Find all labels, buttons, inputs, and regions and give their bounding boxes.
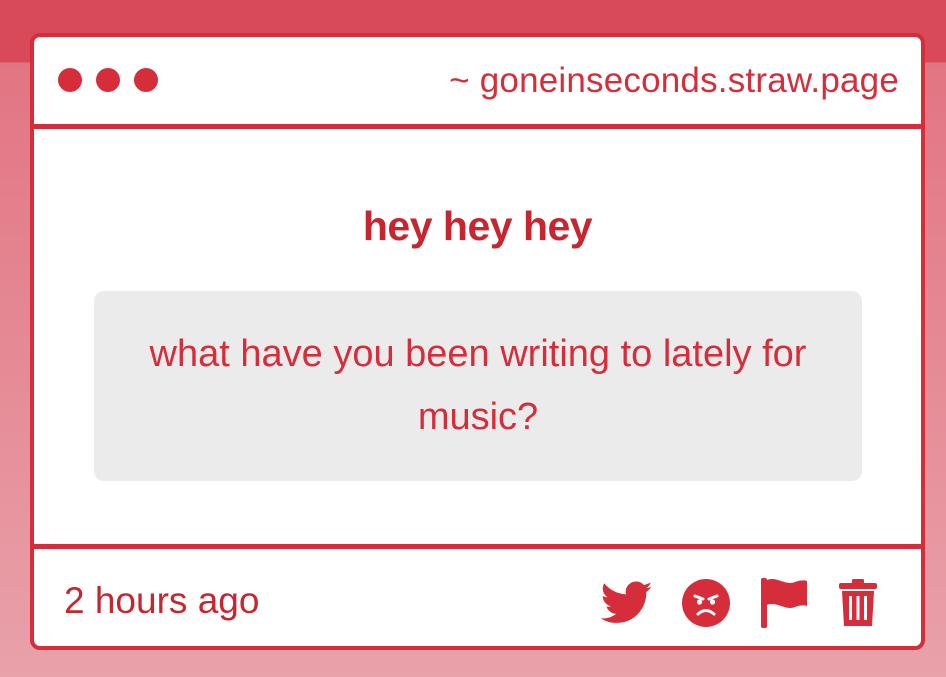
card-footer: 2 hours ago [34, 544, 921, 646]
window-dot-2 [96, 68, 120, 92]
window-dot-1 [58, 68, 82, 92]
flag-icon [761, 578, 807, 628]
trash-icon [839, 579, 877, 626]
twitter-icon [601, 581, 653, 623]
message-heading: hey hey hey [362, 203, 593, 249]
timestamp: 2 hours ago [64, 580, 260, 621]
share-twitter-button[interactable] [601, 581, 653, 625]
action-bar [601, 576, 879, 630]
title-bar: ~ goneinseconds.straw.page [34, 37, 921, 129]
window-dots [58, 68, 158, 92]
page-url[interactable]: ~ goneinseconds.straw.page [449, 61, 899, 101]
window-dot-3 [134, 68, 158, 92]
card-window: ~ goneinseconds.straw.page hey hey hey w… [30, 33, 925, 650]
react-angry-button[interactable] [681, 578, 731, 628]
report-flag-button[interactable] [759, 576, 809, 630]
angry-face-icon [682, 579, 730, 627]
question-text: what have you been writing to lately for… [149, 333, 807, 438]
question-box: what have you been writing to lately for… [94, 291, 862, 481]
message-content: hey hey hey what have you been writing t… [34, 129, 921, 544]
delete-button[interactable] [837, 578, 879, 628]
